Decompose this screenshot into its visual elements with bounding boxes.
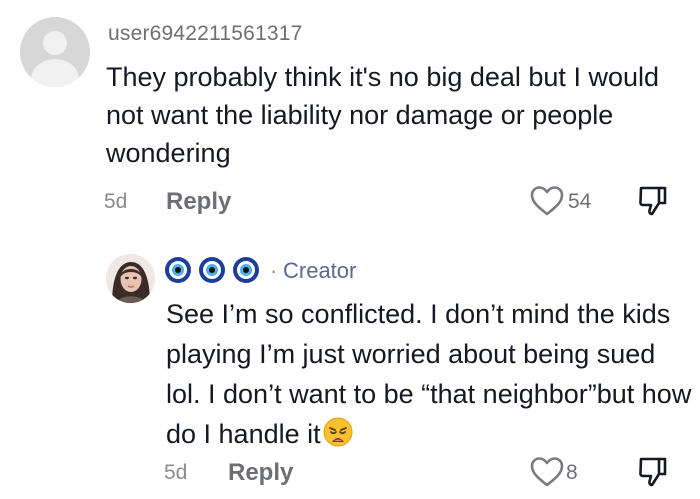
heart-outline-icon[interactable] bbox=[530, 456, 564, 488]
comment-date: 5d bbox=[104, 190, 128, 213]
thumbs-down-icon[interactable] bbox=[637, 184, 669, 218]
comment-text: They probably think it's no big deal but… bbox=[106, 62, 659, 168]
reply-button[interactable]: Reply bbox=[166, 188, 231, 216]
comment-date: 5d bbox=[164, 461, 188, 484]
like-count: 8 bbox=[566, 461, 578, 484]
comment-text: See I’m so conflicted. I don’t mind the … bbox=[166, 294, 696, 454]
user-avatar[interactable] bbox=[20, 17, 90, 87]
heart-outline-icon[interactable] bbox=[530, 185, 564, 217]
creator-photo bbox=[106, 254, 155, 303]
nazar-amulet-icon bbox=[165, 257, 191, 283]
avatar-head-shape bbox=[43, 31, 67, 55]
creator-avatar[interactable] bbox=[106, 254, 155, 303]
thumbs-down-icon[interactable] bbox=[637, 455, 669, 489]
creator-badge: Creator bbox=[283, 258, 357, 283]
avatar-body-shape bbox=[31, 59, 79, 87]
nazar-amulet-icon bbox=[233, 257, 259, 283]
comment-text-body: See I’m so conflicted. I don’t mind the … bbox=[166, 299, 692, 449]
weary-face-emoji bbox=[323, 417, 353, 447]
nazar-amulet-icon bbox=[199, 257, 225, 283]
name-separator: · bbox=[270, 258, 278, 283]
like-count: 54 bbox=[568, 190, 592, 213]
reply-button[interactable]: Reply bbox=[228, 459, 293, 487]
comment-username[interactable]: user6942211561317 bbox=[108, 22, 303, 46]
